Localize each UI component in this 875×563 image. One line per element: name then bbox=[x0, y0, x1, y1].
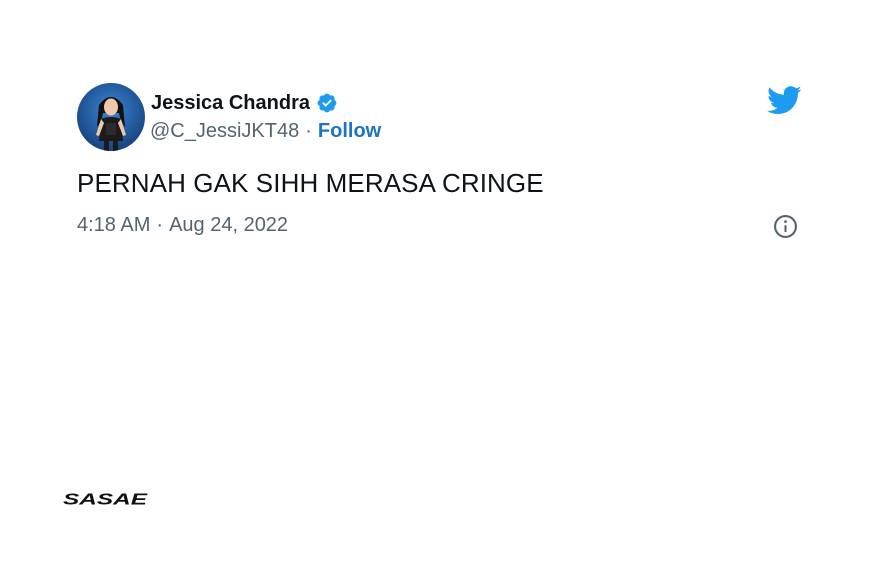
tweet-text: PERNAH GAK SIHH MERASA CRINGE bbox=[77, 168, 544, 198]
author-handle[interactable]: @C_JessiJKT48 bbox=[150, 120, 299, 143]
tweet-embed-card: Jessica Chandra @C_JessiJKT48 · Follow P… bbox=[0, 0, 875, 563]
tweet-date[interactable]: Aug 24, 2022 bbox=[169, 214, 288, 237]
twitter-bird-icon[interactable] bbox=[767, 86, 802, 115]
separator-dot: · bbox=[156, 214, 164, 236]
author-display-name[interactable]: Jessica Chandra bbox=[151, 92, 310, 115]
sasae-watermark-logo: SASAE bbox=[63, 491, 149, 509]
verified-badge-icon bbox=[316, 92, 338, 114]
follow-link[interactable]: Follow bbox=[318, 120, 381, 143]
profile-photo bbox=[77, 83, 145, 151]
author-handle-row: @C_JessiJKT48 · Follow bbox=[150, 118, 381, 144]
separator-dot: · bbox=[305, 119, 312, 142]
info-icon[interactable] bbox=[773, 214, 798, 239]
author-name-row: Jessica Chandra bbox=[151, 90, 338, 116]
svg-text:SASAE: SASAE bbox=[63, 492, 148, 508]
tweet-time[interactable]: 4:18 AM bbox=[77, 214, 150, 237]
avatar[interactable] bbox=[77, 83, 145, 151]
tweet-timestamp: 4:18 AM · Aug 24, 2022 bbox=[77, 214, 288, 237]
